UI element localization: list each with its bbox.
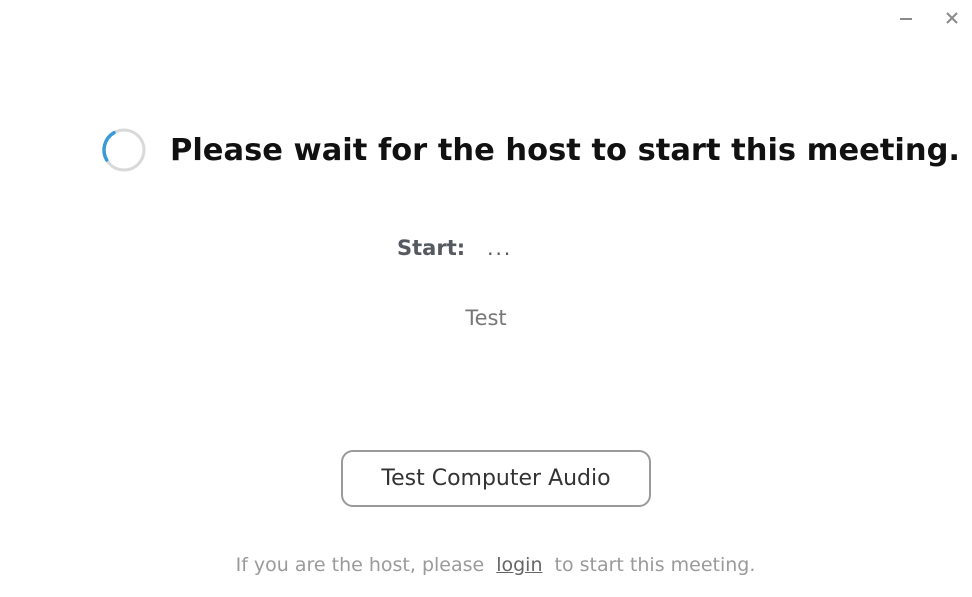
test-computer-audio-button[interactable]: Test Computer Audio bbox=[341, 450, 651, 507]
start-time-row: Start: ... bbox=[397, 236, 512, 260]
login-link[interactable]: login bbox=[496, 554, 542, 576]
close-icon[interactable] bbox=[942, 8, 962, 28]
host-note-prefix: If you are the host, please bbox=[235, 554, 485, 576]
window-controls bbox=[896, 8, 962, 28]
host-note-suffix: to start this meeting. bbox=[554, 554, 756, 576]
waiting-headline: Please wait for the host to start this m… bbox=[100, 126, 960, 174]
start-value: ... bbox=[487, 236, 513, 260]
minimize-icon[interactable] bbox=[896, 8, 916, 28]
start-label: Start: bbox=[397, 236, 466, 260]
meeting-topic: Test bbox=[465, 306, 507, 330]
loading-spinner-icon bbox=[102, 128, 146, 172]
host-login-note: If you are the host, please login to start… bbox=[0, 554, 972, 576]
waiting-message: Please wait for the host to start this m… bbox=[170, 132, 960, 168]
